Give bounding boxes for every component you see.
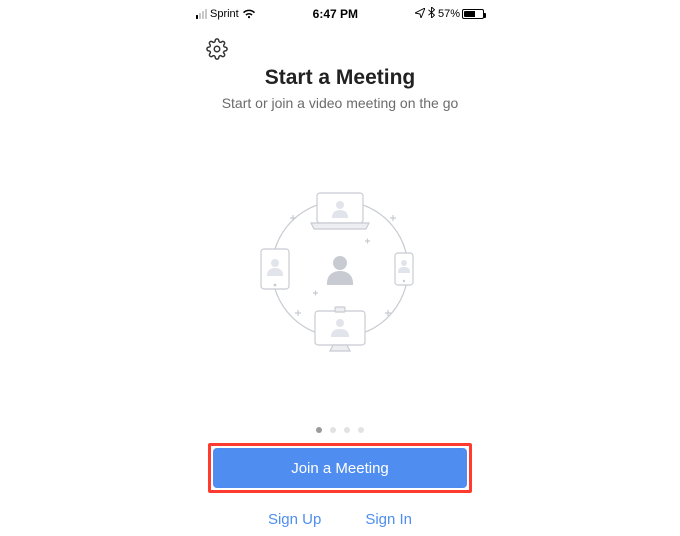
sign-up-link[interactable]: Sign Up (268, 511, 321, 528)
battery-icon (462, 9, 484, 19)
wifi-icon (242, 9, 256, 19)
pager-dot[interactable] (344, 427, 350, 433)
status-bar: Sprint 6:47 PM 57% (190, 4, 490, 24)
onboarding-illustration (190, 113, 490, 423)
page-title: Start a Meeting (210, 66, 470, 90)
gear-icon[interactable] (206, 38, 228, 60)
location-icon (415, 7, 425, 21)
carrier-label: Sprint (210, 8, 239, 20)
sign-in-link[interactable]: Sign In (365, 511, 412, 528)
pager (190, 427, 490, 433)
annotation-highlight: Join a Meeting (208, 443, 472, 493)
pager-dot[interactable] (330, 427, 336, 433)
pager-dot[interactable] (316, 427, 322, 433)
phone-frame: Sprint 6:47 PM 57% (190, 0, 490, 536)
bluetooth-icon (428, 7, 435, 21)
pager-dot[interactable] (358, 427, 364, 433)
page-subtitle: Start or join a video meeting on the go (210, 94, 470, 113)
signal-icon (196, 9, 207, 19)
clock: 6:47 PM (313, 7, 358, 21)
battery-pct: 57% (438, 8, 460, 20)
join-meeting-button[interactable]: Join a Meeting (213, 448, 467, 488)
